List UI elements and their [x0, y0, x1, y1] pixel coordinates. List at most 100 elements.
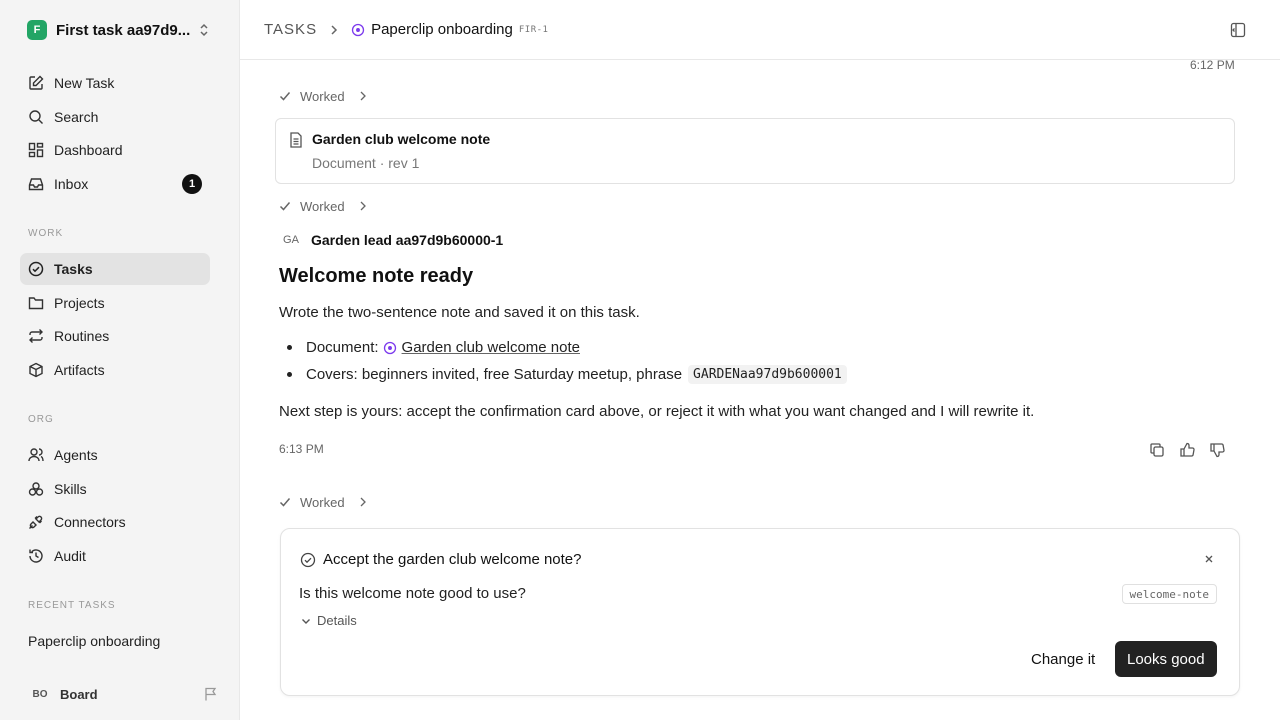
inbox-count-badge: 1: [182, 174, 202, 194]
worked-label: Worked: [300, 88, 345, 104]
sidebar-item-artifacts[interactable]: Artifacts: [20, 354, 210, 386]
close-icon[interactable]: [1203, 553, 1215, 565]
page-title: Paperclip onboarding: [371, 21, 513, 38]
message-intro: Wrote the two-sentence note and saved it…: [279, 304, 640, 321]
document-link[interactable]: Garden club welcome note: [402, 339, 580, 356]
list-item: Covers: beginners invited, free Saturday…: [287, 365, 847, 384]
check-icon: [279, 92, 291, 101]
sidebar-item-projects[interactable]: Projects: [20, 287, 210, 319]
message-author: GA Garden lead aa97d9b60000-1: [279, 229, 503, 251]
sidebar-item-search[interactable]: Search: [20, 101, 210, 133]
panel-toggle-icon[interactable]: [1230, 22, 1246, 38]
sidebar-item-label: Audit: [54, 548, 86, 564]
task-id: FIR-1: [518, 24, 549, 35]
workspace-name: First task aa97d9...: [56, 21, 191, 39]
check-icon: [279, 498, 291, 507]
section-label-org: ORG: [28, 414, 54, 425]
workspace-switcher[interactable]: F First task aa97d9...: [20, 16, 220, 44]
bullet-text: Covers: beginners invited, free Saturday…: [306, 366, 683, 383]
task-status-icon: [383, 341, 396, 354]
chevron-right-icon: [360, 201, 366, 211]
plug-icon: [29, 515, 43, 529]
confirmation-key-badge: welcome-note: [1121, 584, 1217, 604]
thumbs-down-icon[interactable]: [1209, 442, 1225, 458]
bullet-label: Document:: [306, 339, 379, 356]
timestamp: 6:12 PM: [1190, 58, 1235, 72]
sidebar-item-audit[interactable]: Audit: [20, 540, 210, 572]
chevron-right-icon: [331, 24, 338, 35]
worked-toggle[interactable]: Worked: [279, 493, 367, 511]
message-heading: Welcome note ready: [279, 265, 474, 287]
sidebar-item-tasks[interactable]: Tasks: [20, 253, 210, 285]
users-icon: [28, 448, 44, 462]
confirmation-question: Is this welcome note good to use?: [299, 585, 526, 602]
looks-good-button[interactable]: Looks good: [1115, 641, 1217, 677]
top-bar: TASKS Paperclip onboarding FIR-1: [240, 0, 1280, 60]
avatar: GA: [283, 234, 299, 246]
box-icon: [29, 362, 43, 378]
sidebar-item-label: New Task: [54, 75, 115, 91]
dashboard-icon: [28, 142, 44, 158]
confirmation-title: Accept the garden club welcome note?: [323, 551, 582, 568]
sidebar-item-connectors[interactable]: Connectors: [20, 506, 210, 538]
history-icon: [29, 549, 43, 563]
sidebar-item-skills[interactable]: Skills: [20, 473, 210, 505]
skills-icon: [28, 482, 44, 496]
chevron-right-icon: [360, 91, 366, 101]
section-label-work: WORK: [28, 228, 64, 239]
document-subtitle: Document · rev 1: [312, 155, 420, 171]
sidebar-item-routines[interactable]: Routines: [20, 320, 210, 352]
sidebar-item-dashboard[interactable]: Dashboard: [20, 134, 210, 166]
sidebar-item-label: Tasks: [54, 261, 93, 277]
worked-label: Worked: [300, 494, 345, 510]
worked-toggle[interactable]: Worked: [279, 87, 367, 105]
flag-icon[interactable]: [204, 687, 218, 701]
board-user[interactable]: BO Board: [28, 682, 218, 706]
board-name: Board: [60, 686, 98, 702]
worked-toggle[interactable]: Worked: [279, 197, 367, 215]
worked-label: Worked: [300, 198, 345, 214]
copy-icon[interactable]: [1149, 442, 1165, 458]
bullet-dot: [287, 372, 292, 377]
details-label: Details: [317, 613, 357, 628]
document-card[interactable]: Garden club welcome note Document · rev …: [275, 118, 1235, 184]
search-icon: [29, 110, 43, 124]
check-icon: [279, 202, 291, 211]
sidebar-item-label: Search: [54, 109, 99, 125]
sidebar: F First task aa97d9... New Task Search D…: [0, 0, 240, 720]
change-it-button[interactable]: Change it: [1019, 641, 1108, 677]
sidebar-item-label: Projects: [54, 295, 105, 311]
breadcrumb-tasks[interactable]: TASKS: [264, 21, 317, 38]
sidebar-item-label: Artifacts: [54, 362, 105, 378]
sidebar-item-label: Skills: [54, 481, 87, 497]
circle-check-icon: [300, 552, 316, 568]
sidebar-item-label: Agents: [54, 447, 98, 463]
thumbs-up-icon[interactable]: [1179, 442, 1195, 458]
section-label-recent-tasks: RECENT TASKS: [28, 600, 116, 611]
avatar: BO: [32, 688, 48, 700]
circle-check-icon: [28, 261, 44, 277]
workspace-logo: F: [27, 20, 47, 40]
list-item: Document: Garden club welcome note: [287, 339, 580, 356]
details-toggle[interactable]: Details: [301, 613, 357, 628]
chevron-up-down-icon: [200, 23, 208, 37]
sidebar-item-new-task[interactable]: New Task: [20, 67, 210, 99]
sidebar-item-label: Routines: [54, 328, 110, 344]
chevron-down-icon: [302, 618, 310, 624]
edit-icon: [29, 75, 44, 90]
chevron-right-icon: [360, 497, 366, 507]
task-status-icon: [351, 23, 365, 36]
sidebar-item-label: Connectors: [54, 514, 126, 530]
sidebar-item-agents[interactable]: Agents: [20, 439, 210, 471]
repeat-icon: [29, 329, 43, 343]
inline-code: GARDENaa97d9b600001: [688, 365, 847, 384]
message-timestamp: 6:13 PM: [279, 442, 324, 456]
folder-icon: [28, 297, 44, 310]
author-name: Garden lead aa97d9b60000-1: [311, 232, 504, 248]
document-icon: [290, 132, 302, 148]
message-next-step: Next step is yours: accept the confirmat…: [279, 403, 1035, 420]
document-title: Garden club welcome note: [312, 131, 491, 147]
recent-task-item[interactable]: Paperclip onboarding: [28, 633, 160, 649]
bullet-dot: [287, 345, 292, 350]
sidebar-item-inbox[interactable]: Inbox 1: [20, 168, 210, 200]
